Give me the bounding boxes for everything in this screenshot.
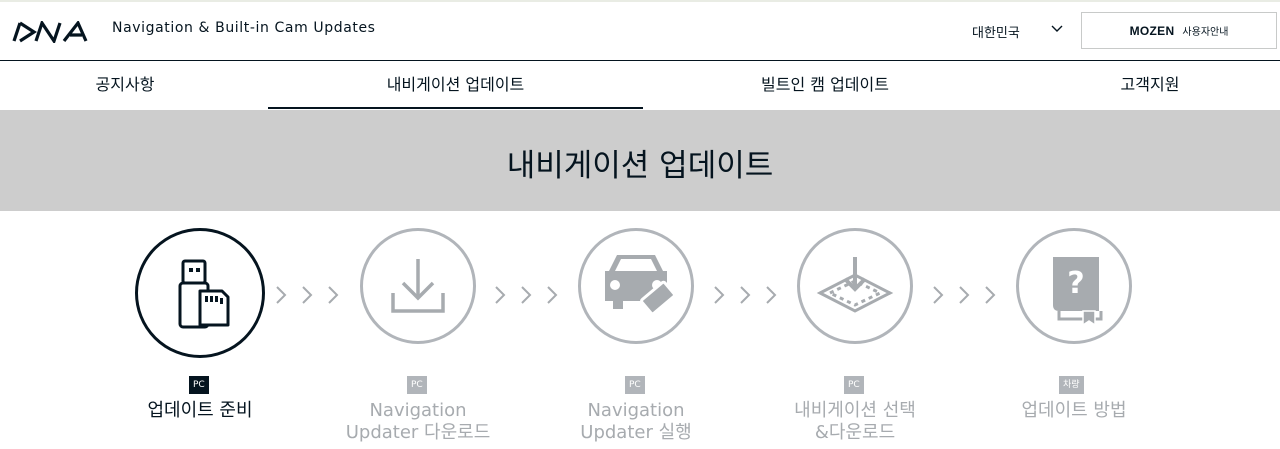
download-map-icon — [816, 257, 894, 313]
step-label: Navigation Updater 실행 — [580, 400, 692, 443]
platform-badge: PC — [844, 376, 864, 394]
step-circle — [360, 228, 476, 344]
tab-navigation-update[interactable]: 내비게이션 업데이트 — [268, 61, 643, 109]
tab-customer-support[interactable]: 고객지원 — [1090, 61, 1210, 109]
platform-badge: PC — [407, 376, 427, 394]
step-circle — [135, 228, 265, 358]
step-label: 업데이트 방법 — [1021, 400, 1127, 421]
svg-text:?: ? — [1067, 266, 1084, 301]
step-circle: ? — [1016, 228, 1132, 344]
page-banner: 내비게이션 업데이트 — [0, 110, 1280, 211]
step-label: Navigation Updater 다운로드 — [345, 400, 491, 443]
chevron-right-icon — [495, 286, 558, 304]
step-label: 내비게이션 선택 &다운로드 — [794, 400, 916, 443]
mozen-logo: MOZEN — [1129, 23, 1175, 38]
tab-builtin-cam-update[interactable]: 빌트인 캠 업데이트 — [730, 61, 920, 109]
platform-badge: PC — [625, 376, 645, 394]
chevron-right-icon — [276, 286, 339, 304]
main-nav: 공지사항 내비게이션 업데이트 빌트인 캠 업데이트 고객지원 — [0, 61, 1280, 109]
step-circle — [578, 228, 694, 344]
usb-sd-card-icon — [178, 259, 230, 329]
kia-logo[interactable] — [12, 21, 88, 43]
tab-notice[interactable]: 공지사항 — [40, 61, 210, 109]
car-usb-icon — [605, 255, 676, 316]
site-header: Navigation & Built-in Cam Updates 대한민국 M… — [0, 2, 1280, 61]
region-select[interactable]: 대한민국 — [972, 22, 1020, 41]
platform-badge: PC — [189, 376, 209, 394]
step-label: 업데이트 준비 — [147, 400, 253, 421]
chevron-down-icon[interactable] — [1050, 24, 1064, 34]
chevron-right-icon — [714, 286, 777, 304]
step-circle — [797, 228, 913, 344]
mozen-guide-button[interactable]: MOZEN 사용자안내 — [1081, 12, 1277, 49]
page-title: 내비게이션 업데이트 — [506, 148, 774, 184]
site-title: Navigation & Built-in Cam Updates — [112, 20, 376, 36]
download-icon — [391, 259, 445, 313]
mozen-guide-label: 사용자안내 — [1182, 27, 1229, 38]
manual-book-icon: ? — [1053, 257, 1103, 327]
platform-badge: 차량 — [1059, 376, 1084, 394]
chevron-right-icon — [933, 286, 996, 304]
